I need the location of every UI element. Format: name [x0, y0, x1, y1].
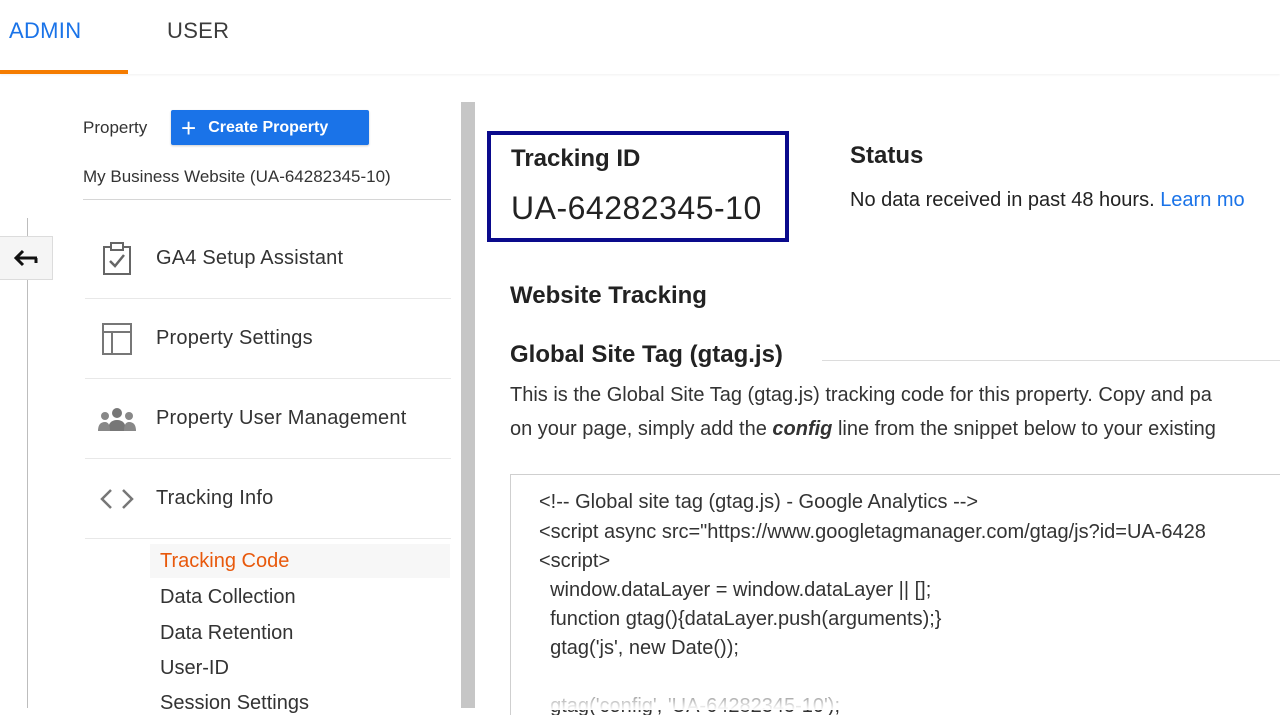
desc-text-a: on your page, simply add the: [510, 418, 773, 440]
checklist-icon: [97, 239, 137, 279]
tracking-id-label: Tracking ID: [511, 145, 641, 172]
code-brackets-icon: [97, 479, 137, 519]
submenu-session-settings[interactable]: Session Settings: [160, 692, 309, 715]
create-property-label: Create Property: [208, 118, 329, 136]
menu-item-user-management[interactable]: Property User Management: [85, 379, 451, 459]
status-text: No data received in past 48 hours.: [850, 189, 1161, 211]
property-selector[interactable]: My Business Website (UA-64282345-10): [83, 167, 451, 200]
tracking-id-value: UA-64282345-10: [511, 190, 762, 226]
code-line: <script>: [539, 550, 611, 572]
menu-item-label: Property Settings: [156, 327, 313, 349]
panel-divider-scrollbar[interactable]: [461, 102, 475, 708]
plus-icon: +: [181, 112, 197, 143]
submenu-data-retention[interactable]: Data Retention: [160, 622, 293, 645]
submenu-data-collection[interactable]: Data Collection: [160, 586, 296, 609]
section-rule: [822, 360, 1280, 361]
status-label: Status: [850, 142, 924, 169]
top-nav-bar: ADMIN USER: [0, 0, 1280, 74]
code-line: gtag('js', new Date());: [539, 637, 739, 659]
code-line: <script async src="https://www.googletag…: [539, 521, 1206, 543]
people-icon: [97, 399, 137, 439]
desc-config-keyword: config: [772, 418, 833, 440]
code-line: <!-- Global site tag (gtag.js) - Google …: [539, 491, 979, 513]
layout-icon: [97, 319, 137, 359]
tab-user[interactable]: USER: [167, 18, 229, 44]
description-line-1: This is the Global Site Tag (gtag.js) tr…: [510, 384, 1212, 406]
code-line: function gtag(){dataLayer.push(arguments…: [539, 608, 942, 630]
submenu-user-id[interactable]: User-ID: [160, 657, 229, 680]
menu-item-ga4-setup[interactable]: GA4 Setup Assistant: [85, 219, 451, 299]
menu-item-label: Property User Management: [156, 407, 407, 429]
create-property-button[interactable]: + Create Property: [171, 110, 369, 145]
nav-rail-line: [27, 218, 28, 708]
learn-more-link[interactable]: Learn mo: [1160, 189, 1245, 211]
global-site-tag-title: Global Site Tag (gtag.js): [510, 341, 783, 368]
menu-item-label: Tracking Info: [156, 487, 274, 509]
menu-item-tracking-info[interactable]: Tracking Info: [85, 459, 451, 539]
website-tracking-title: Website Tracking: [510, 282, 707, 309]
code-line: window.dataLayer = window.dataLayer || […: [539, 579, 932, 601]
property-label: Property: [83, 118, 148, 137]
description-line-2: on your page, simply add the config line…: [510, 418, 1216, 441]
back-arrow-icon: [13, 249, 38, 267]
back-button[interactable]: [0, 236, 53, 280]
active-tab-indicator: [0, 70, 128, 74]
tracking-id-box: Tracking ID UA-64282345-10: [487, 131, 789, 242]
submenu-tracking-code[interactable]: Tracking Code: [160, 550, 289, 573]
menu-item-label: GA4 Setup Assistant: [156, 247, 344, 269]
tracking-code-snippet[interactable]: <!-- Global site tag (gtag.js) - Google …: [510, 474, 1280, 715]
menu-item-property-settings[interactable]: Property Settings: [85, 299, 451, 379]
desc-text-b: line from the snippet below to your exis…: [832, 418, 1216, 440]
status-message: No data received in past 48 hours. Learn…: [850, 189, 1245, 212]
code-fade-overlay: [511, 680, 1280, 710]
tab-admin[interactable]: ADMIN: [9, 18, 81, 44]
